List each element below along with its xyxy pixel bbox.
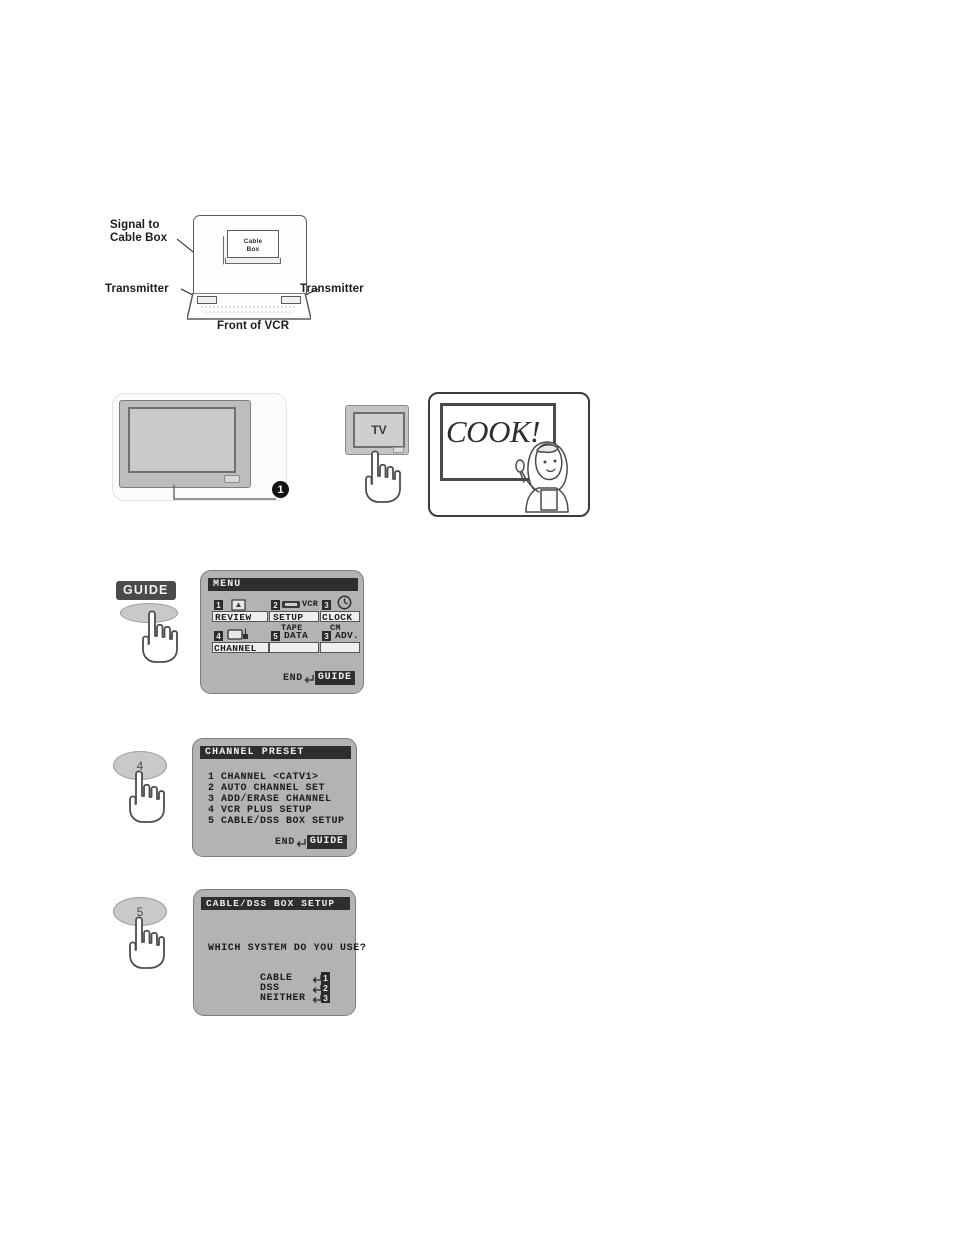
osd-channel-preset-row-5[interactable]: 5 CABLE/DSS BOX SETUP (208, 816, 345, 827)
osd-menu-footer-guide: GUIDE (314, 671, 355, 685)
tv-indicator-icon (224, 475, 240, 483)
osd-menu-cell-5-field[interactable] (269, 642, 319, 653)
osd-menu-footer: END GUIDE (283, 671, 355, 685)
tv-pointer-line (173, 485, 276, 500)
label-front-of-vcr: Front of VCR (217, 320, 290, 332)
osd-menu-panel: MENU 1 REVIEW 2 VCR SETUP TAPE 3 CLOCK C… (200, 570, 364, 694)
transmitter-left-icon (197, 296, 217, 304)
osd-menu-cell-4-label: CHANNEL (214, 643, 257, 654)
osd-menu-footer-end: END (283, 672, 303, 684)
pointing-hand-icon-5 (122, 914, 168, 975)
osd-menu-cell-2-number: 2 (271, 600, 280, 610)
osd-channel-preset-row-1[interactable]: 1 CHANNEL <CATV1> (208, 772, 319, 783)
label-signal-to-cable-box: Signal to Cable Box (110, 219, 168, 244)
osd-channel-preset-row-2[interactable]: 2 AUTO CHANNEL SET (208, 783, 325, 794)
label-transmitter-right: Transmitter (300, 283, 364, 295)
osd-menu-title: MENU (208, 578, 358, 591)
osd-menu-cell-6-side-label: ADV. (335, 630, 360, 641)
osd-menu-cell-5-side-label: DATA (284, 630, 309, 641)
osd-menu-cell-2-side-label: VCR (302, 599, 319, 609)
osd-menu-cell-3-label: CLOCK (322, 612, 353, 623)
osd-menu-cell-5-number: 5 (271, 631, 280, 641)
osd-menu-cell-1-label: REVIEW (215, 612, 252, 623)
osd-channel-preset-title: CHANNEL PRESET (200, 746, 351, 759)
guide-button-group[interactable]: GUIDE (116, 581, 178, 623)
tv-button-label: TV (353, 412, 405, 448)
osd-menu-cell-2-label: SETUP (273, 612, 304, 623)
label-transmitter-left: Transmitter (105, 283, 169, 295)
osd-menu-cell-4-number: 4 (214, 631, 223, 641)
osd-channel-preset-row-3[interactable]: 3 ADD/ERASE CHANNEL (208, 794, 332, 805)
osd-cable-dss-panel: CABLE/DSS BOX SETUP WHICH SYSTEM DO YOU … (193, 889, 366, 1016)
transmitter-right-icon (281, 296, 301, 304)
return-arrow-icon (304, 674, 314, 684)
chef-character-illustration (515, 441, 569, 513)
step-number-badge-1: 1 (272, 481, 289, 498)
guide-button-label: GUIDE (116, 581, 176, 600)
osd-channel-preset-panel: CHANNEL PRESET 1 CHANNEL <CATV1> 2 AUTO … (192, 738, 357, 857)
osd-option-label-neither: NEITHER (260, 993, 306, 1004)
osd-menu-cell-1-number: 1 (214, 600, 223, 610)
osd-menu-cell-6-field[interactable] (320, 642, 360, 653)
osd-channel-preset-footer-end: END (275, 836, 295, 848)
osd-menu-cell-3-number: 3 (322, 600, 331, 610)
pointing-hand-icon-4 (122, 768, 168, 829)
pointing-hand-icon-tv (358, 448, 404, 509)
osd-option-key-3[interactable]: 3 (321, 992, 330, 1003)
step-1-tv-scene: 1 (112, 393, 289, 501)
osd-cable-dss-question: WHICH SYSTEM DO YOU USE? (208, 943, 367, 954)
tv-screen (128, 407, 236, 473)
cable-box-illustration: Cable Box (223, 227, 281, 265)
osd-channel-preset-footer-guide: GUIDE (306, 835, 347, 849)
return-arrow-icon (296, 838, 306, 848)
osd-channel-preset-row-4[interactable]: 4 VCR PLUS SETUP (208, 805, 312, 816)
cook-illustration-card: COOK! (428, 392, 590, 517)
cable-box-label: Cable Box (227, 230, 279, 258)
osd-menu-cell-6-number: 3 (322, 631, 331, 641)
osd-channel-preset-footer: END GUIDE (275, 835, 347, 849)
pointing-hand-icon-guide (135, 608, 181, 669)
figure-vcr-front: Cable Box Signal to Cable Box Transmitte… (105, 205, 395, 345)
osd-cable-dss-title: CABLE/DSS BOX SETUP (201, 897, 350, 910)
